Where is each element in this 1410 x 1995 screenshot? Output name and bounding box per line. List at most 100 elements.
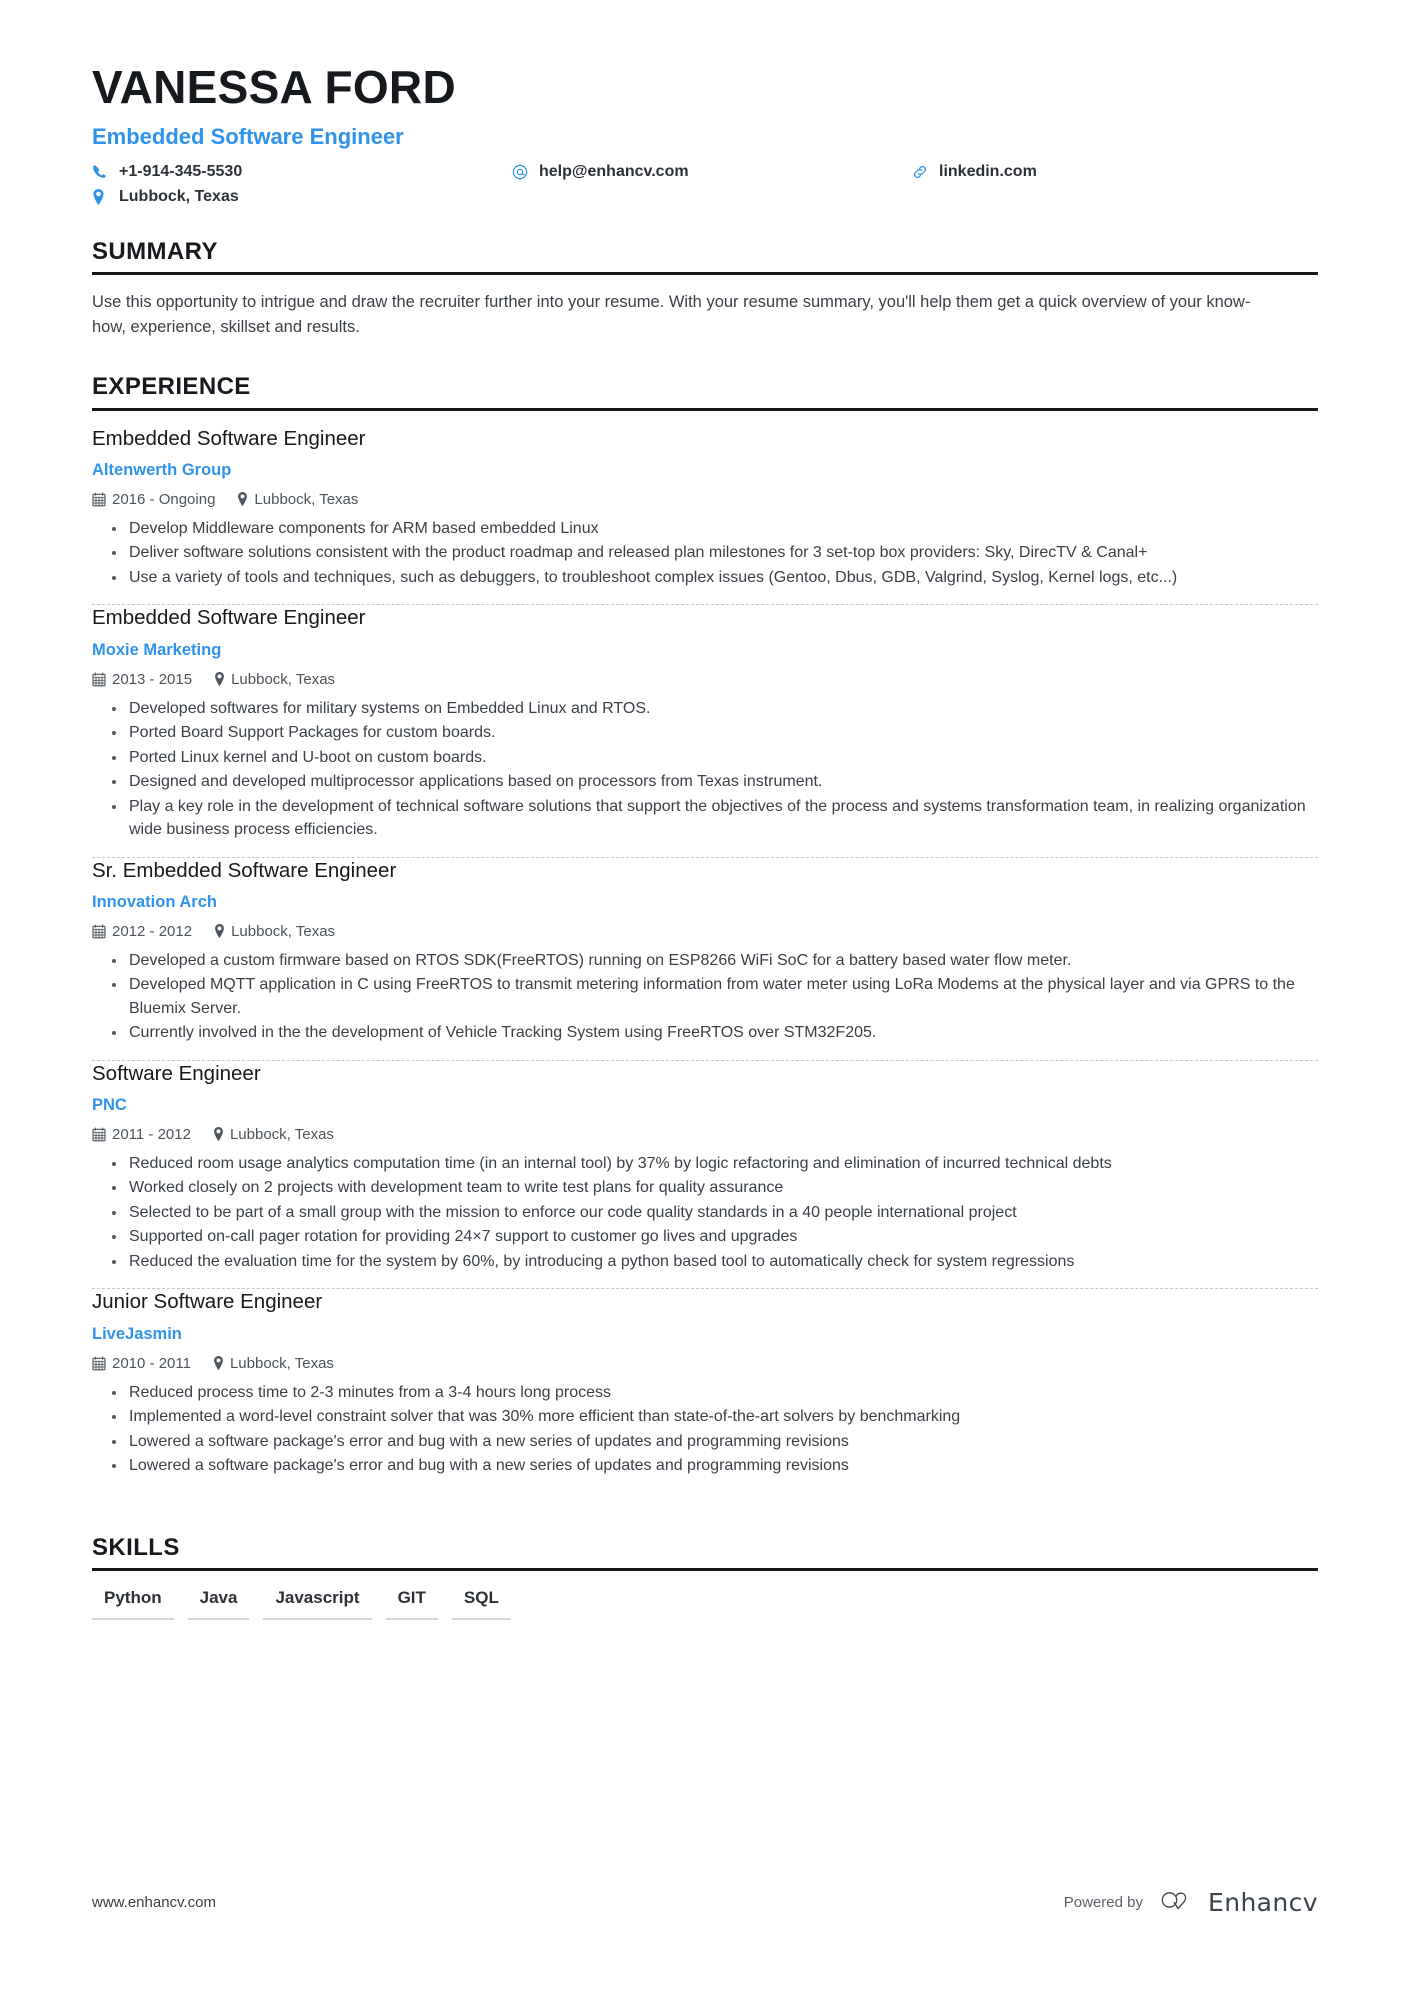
job-dates: 2011 - 2012 — [92, 1126, 191, 1143]
job-role: Software Engineer — [92, 1061, 261, 1085]
job-bullet-list: Developed softwares for military systems… — [92, 697, 1318, 842]
resume-page: VANESSA FORD Embedded Software Engineer … — [0, 0, 1410, 1995]
job-dates: 2012 - 2012 — [92, 923, 192, 940]
job-dates-value: 2013 - 2015 — [112, 670, 193, 688]
location-pin-icon — [213, 1127, 224, 1142]
location-pin-icon — [237, 492, 248, 507]
contact-email[interactable]: help@enhancv.com — [512, 162, 912, 180]
experience-bullet: Implemented a word-level constraint solv… — [112, 1405, 1318, 1429]
job-meta: 2012 - 2012 Lubbock, Texas — [92, 923, 1318, 940]
experience-item: Embedded Software Engineer Moxie Marketin… — [92, 605, 1318, 856]
job-dates: 2016 - Ongoing — [92, 491, 215, 508]
job-dates-value: 2016 - Ongoing — [112, 490, 216, 508]
job-company[interactable]: Innovation Arch — [92, 892, 1318, 913]
job-location-value: Lubbock, Texas — [231, 922, 336, 940]
calendar-icon — [92, 1127, 106, 1142]
skill-tag[interactable]: Java — [187, 1583, 250, 1621]
job-company[interactable]: Moxie Marketing — [92, 640, 1318, 661]
experience-bullet: Ported Linux kernel and U-boot on custom… — [112, 746, 1318, 770]
job-meta: 2016 - Ongoing Lubbock, Texas — [92, 491, 1318, 508]
experience-bullet: Reduced room usage analytics computation… — [112, 1152, 1318, 1176]
section-summary: SUMMARY Use this opportunity to intrigue… — [92, 237, 1318, 341]
experience-bullet: Designed and developed multiprocessor ap… — [112, 770, 1318, 794]
location-pin-icon — [214, 672, 225, 686]
contact-phone[interactable]: +1-914-345-5530 — [92, 162, 512, 180]
section-skills: SKILLS Python Java Javascript GIT SQL — [92, 1533, 1318, 1621]
section-title-skills: SKILLS — [92, 1533, 180, 1561]
job-bullet-list: Reduced process time to 2-3 minutes from… — [92, 1381, 1318, 1478]
experience-bullet: Lowered a software package's error and b… — [112, 1430, 1318, 1454]
phone-icon — [92, 164, 112, 179]
resume-header: VANESSA FORD Embedded Software Engineer … — [92, 0, 1318, 205]
contact-location-value: Lubbock, Texas — [119, 187, 239, 205]
experience-bullet: Reduced process time to 2-3 minutes from… — [112, 1381, 1318, 1405]
contact-phone-value: +1-914-345-5530 — [119, 162, 243, 180]
experience-bullet: Developed a custom firmware based on RTO… — [112, 949, 1318, 973]
contact-linkedin-value: linkedin.com — [939, 162, 1037, 180]
experience-bullet: Worked closely on 2 projects with develo… — [112, 1176, 1318, 1200]
experience-bullet: Deliver software solutions consistent wi… — [112, 541, 1318, 565]
experience-item: Software Engineer PNC 2011 - 2012 Lubbock, … — [92, 1061, 1318, 1289]
skill-tag[interactable]: Python — [92, 1583, 174, 1621]
experience-bullet: Lowered a software package's error and b… — [112, 1454, 1318, 1478]
job-location: Lubbock, Texas — [213, 1126, 334, 1143]
experience-item: Embedded Software Engineer Altenwerth Gro… — [92, 426, 1318, 605]
footer-website-link[interactable]: www.enhancv.com — [92, 1894, 216, 1911]
location-pin-icon — [92, 188, 112, 205]
experience-bullet: Currently involved in the the developmen… — [112, 1021, 1318, 1045]
experience-bullet: Reduced the evaluation time for the syst… — [112, 1250, 1318, 1274]
job-company[interactable]: PNC — [92, 1095, 1318, 1116]
job-meta: 2011 - 2012 Lubbock, Texas — [92, 1126, 1318, 1143]
experience-bullet: Use a variety of tools and techniques, s… — [112, 566, 1318, 590]
section-title-experience: EXPERIENCE — [92, 373, 251, 401]
job-location: Lubbock, Texas — [213, 1355, 334, 1372]
link-icon — [912, 164, 932, 180]
job-location: Lubbock, Texas — [237, 491, 358, 508]
job-dates-value: 2010 - 2011 — [112, 1354, 191, 1372]
contact-email-value: help@enhancv.com — [539, 162, 689, 180]
job-role: Sr. Embedded Software Engineer — [92, 858, 397, 882]
skill-tag[interactable]: SQL — [451, 1583, 511, 1621]
page-footer: www.enhancv.com Powered by Enhancv — [92, 1888, 1318, 1917]
job-bullet-list: Develop Middleware components for ARM ba… — [92, 517, 1318, 590]
calendar-icon — [92, 492, 106, 507]
summary-text: Use this opportunity to intrigue and dra… — [92, 293, 1251, 337]
job-role: Embedded Software Engineer — [92, 426, 366, 450]
calendar-icon — [92, 924, 106, 939]
skills-list: Python Java Javascript GIT SQL — [92, 1571, 1318, 1621]
skill-tag[interactable]: GIT — [385, 1583, 438, 1621]
experience-bullet: Selected to be part of a small group wit… — [112, 1201, 1318, 1225]
job-role: Embedded Software Engineer — [92, 606, 366, 630]
section-experience: EXPERIENCE Embedded Software Engineer Alt… — [92, 374, 1318, 1492]
job-location-value: Lubbock, Texas — [231, 670, 336, 688]
contact-list: +1-914-345-5530 help@enhancv.com linkedi… — [92, 162, 1318, 205]
enhancv-logo: Enhancv — [1159, 1888, 1318, 1917]
job-company[interactable]: LiveJasmin — [92, 1324, 1318, 1345]
job-dates: 2010 - 2011 — [92, 1355, 191, 1372]
job-company[interactable]: Altenwerth Group — [92, 460, 1318, 481]
experience-bullet: Play a key role in the development of te… — [112, 795, 1318, 842]
section-title-summary: SUMMARY — [92, 237, 218, 265]
location-pin-icon — [214, 924, 225, 939]
job-location-value: Lubbock, Texas — [254, 490, 359, 508]
experience-bullet: Develop Middleware components for ARM ba… — [112, 517, 1318, 541]
experience-bullet: Ported Board Support Packages for custom… — [112, 721, 1318, 745]
job-role: Junior Software Engineer — [92, 1290, 323, 1314]
calendar-icon — [92, 671, 106, 687]
contact-location: Lubbock, Texas — [92, 187, 512, 205]
header-job-title: Embedded Software Engineer — [92, 123, 404, 149]
powered-by-label: Powered by — [1063, 1894, 1143, 1911]
job-dates: 2013 - 2015 — [92, 671, 192, 688]
job-location-value: Lubbock, Texas — [229, 1125, 334, 1143]
location-pin-icon — [213, 1356, 224, 1370]
job-location: Lubbock, Texas — [214, 923, 335, 940]
experience-bullet: Developed MQTT application in C using Fr… — [112, 973, 1318, 1020]
calendar-icon — [92, 1355, 106, 1371]
job-meta: 2010 - 2011 Lubbock, Texas — [92, 1355, 1318, 1372]
experience-list: Embedded Software Engineer Altenwerth Gro… — [92, 411, 1318, 1493]
experience-item: Sr. Embedded Software Engineer Innovation… — [92, 858, 1318, 1060]
email-icon — [512, 164, 532, 180]
job-dates-value: 2012 - 2012 — [112, 922, 193, 940]
contact-linkedin[interactable]: linkedin.com — [912, 162, 1232, 180]
skill-tag[interactable]: Javascript — [263, 1583, 372, 1621]
